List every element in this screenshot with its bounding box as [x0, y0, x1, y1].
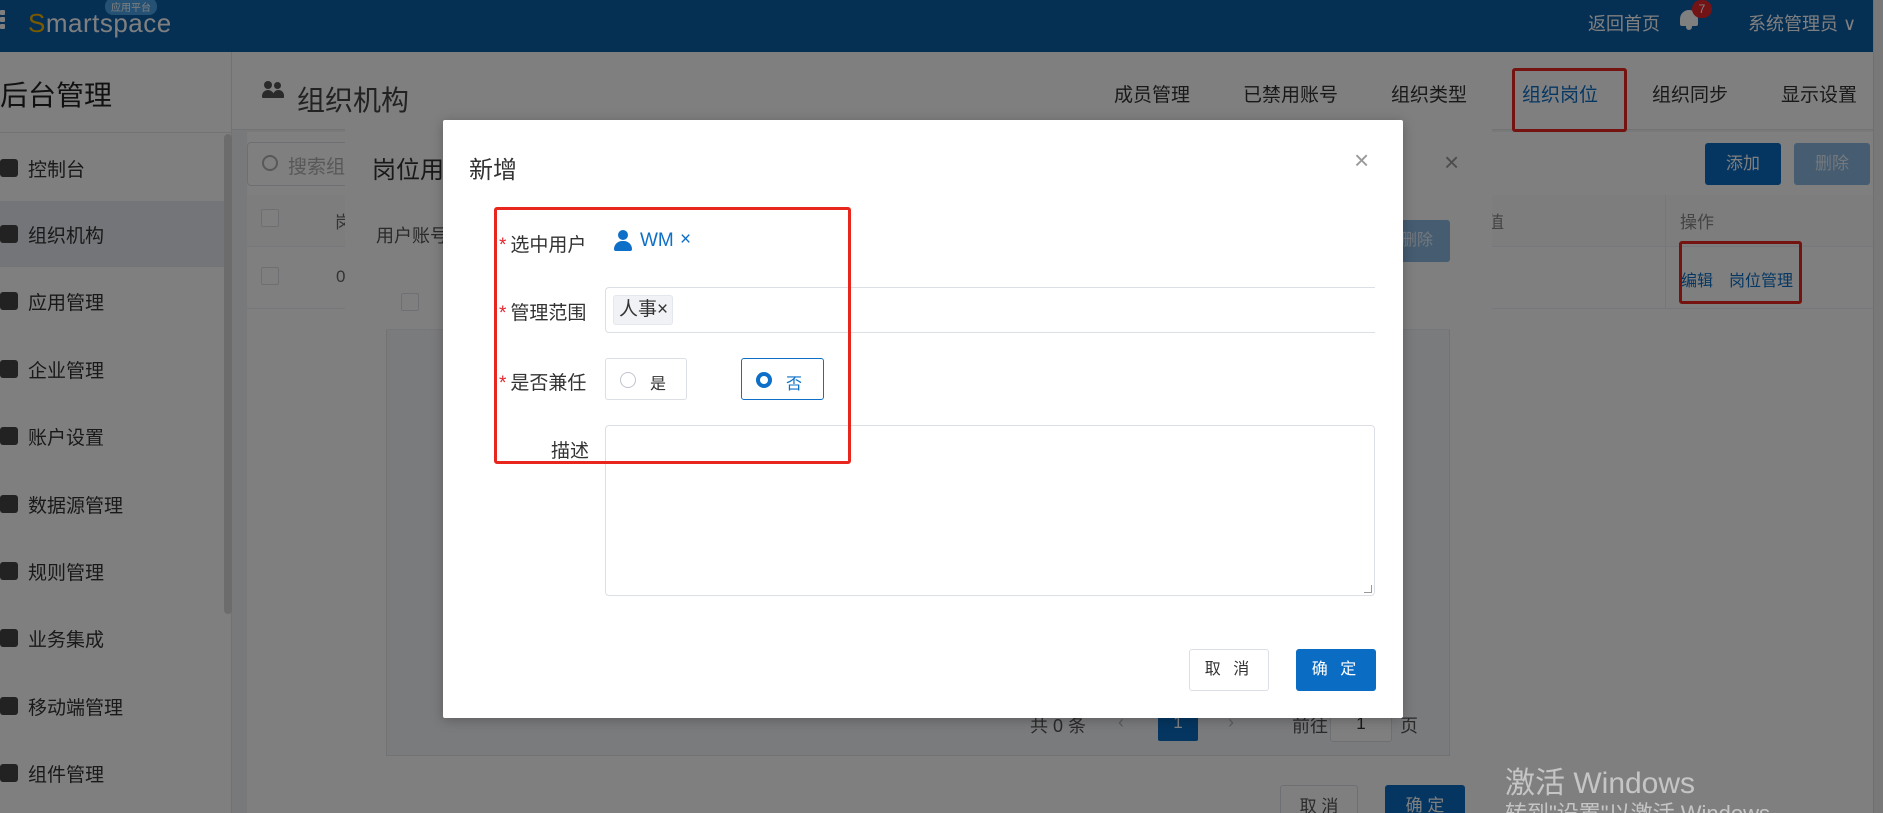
dialog-title: 新增 — [469, 157, 517, 184]
resize-handle-icon[interactable] — [1364, 585, 1372, 593]
close-icon[interactable]: × — [1354, 145, 1369, 176]
cancel-button[interactable]: 取 消 — [1189, 649, 1269, 691]
activation-watermark-sub: 转到"设置"以激活 Windows。 — [1505, 796, 1792, 813]
confirm-button[interactable]: 确 定 — [1296, 649, 1376, 691]
form-highlight-box — [494, 207, 851, 464]
